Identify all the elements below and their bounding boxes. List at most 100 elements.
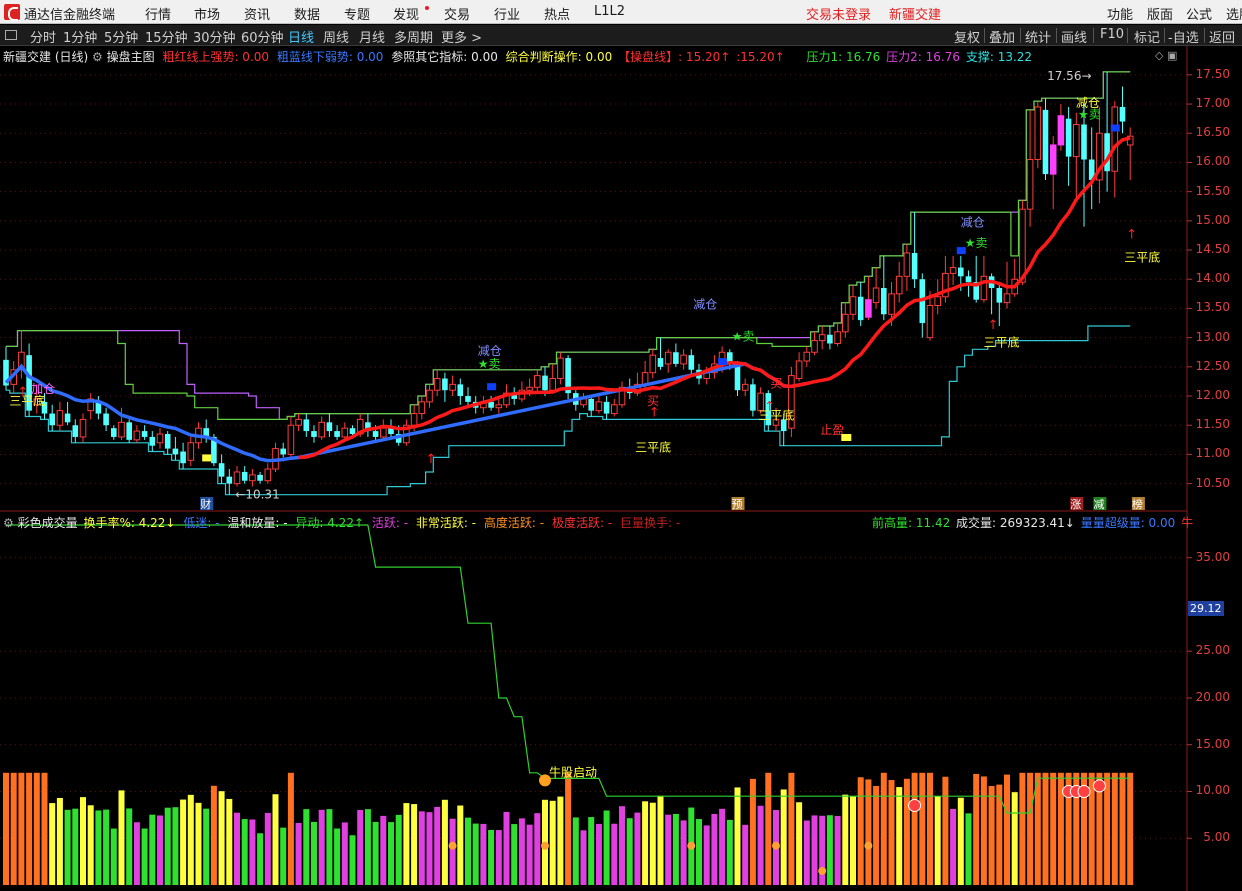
candle-body <box>872 287 880 304</box>
volume-bar <box>287 772 294 885</box>
candle-body <box>965 276 972 283</box>
volume-bar <box>480 823 487 885</box>
candle-body <box>688 355 695 370</box>
legend-item: 支撑: 13.22 <box>965 50 1033 64</box>
candle-body <box>1119 106 1126 122</box>
settings-icon[interactable]: ⚙ <box>92 50 103 64</box>
volume-legend-item: 前高量: 11.42 <box>872 516 951 530</box>
red-badge-icon <box>1077 784 1091 798</box>
volume-legend-item: 量量超级量: 0.00 <box>1080 516 1176 530</box>
volume-bar <box>1042 772 1049 885</box>
candle-body <box>949 267 957 274</box>
volume-bar <box>873 786 880 885</box>
blue-square-marker <box>487 383 497 391</box>
volume-bar <box>672 813 679 885</box>
volume-bar <box>696 819 702 885</box>
volume-bar <box>1011 792 1018 885</box>
volume-bars <box>3 772 1134 885</box>
candle-body <box>280 448 286 455</box>
volume-bar <box>372 821 379 885</box>
volume-bar <box>896 787 903 885</box>
volume-legend-item: 高度活跃: - <box>483 516 545 530</box>
volume-bar <box>734 787 741 885</box>
volume-bar <box>619 806 625 885</box>
volume-legend-item: 活跃: - <box>371 516 409 530</box>
candle-body <box>1003 293 1011 304</box>
volume-bar <box>3 772 9 885</box>
candle-body <box>1065 118 1072 157</box>
candle-body <box>241 471 248 481</box>
volume-bar <box>865 779 872 885</box>
volume-bar <box>665 814 672 885</box>
stock-chart[interactable]: ←10.3117.56→加仓三平底三平底三平底三平底三平底减仓减仓减仓减仓★卖★… <box>0 0 1242 891</box>
volume-tick-label: 35.00 <box>1195 549 1230 564</box>
settings-icon[interactable]: ⚙ <box>3 516 14 530</box>
volume-bar <box>357 810 364 885</box>
indicator-name[interactable]: 操盘主图 <box>107 50 155 64</box>
sell-label: ★卖 <box>478 357 501 371</box>
volume-bar <box>988 786 995 885</box>
candle-body <box>834 331 841 344</box>
candle-body <box>865 299 872 318</box>
volume-bar <box>1019 772 1026 885</box>
candle-body <box>657 358 664 367</box>
volume-bar <box>341 822 348 885</box>
candle-body <box>287 424 295 455</box>
volume-bar <box>642 801 649 885</box>
volume-bar <box>834 815 841 885</box>
volume-bar <box>880 772 887 885</box>
bull-start-label: 牛股启动 <box>549 764 597 779</box>
price-tick-label: 12.50 <box>1195 358 1230 373</box>
stock-title: 新疆交建 (日线) <box>3 50 89 64</box>
pane-control-icons[interactable]: ◇ ▣ <box>1155 49 1177 62</box>
volume-bar <box>526 824 533 885</box>
volume-bar <box>395 814 402 885</box>
candle-body <box>549 378 557 391</box>
volume-bar <box>26 772 33 885</box>
candle-body <box>557 357 564 380</box>
volume-current-label: 29.12 <box>1188 601 1224 616</box>
pointer-hand-icon <box>687 841 696 850</box>
candle-body <box>326 422 333 432</box>
candle-body <box>934 296 942 307</box>
volume-bar <box>495 830 502 885</box>
pointer-hand-icon <box>772 841 780 850</box>
volume-bar <box>195 802 202 885</box>
price-tick-label: 16.50 <box>1195 125 1230 140</box>
volume-bar <box>318 809 325 885</box>
candle-body <box>1057 115 1065 146</box>
blue-square-marker <box>1110 124 1120 132</box>
candle-body <box>1073 123 1080 158</box>
candle-body <box>118 421 125 438</box>
volume-bar <box>349 835 356 885</box>
volume-bar <box>72 808 79 885</box>
volume-bar <box>95 810 102 885</box>
volume-bar <box>272 794 279 885</box>
candle-body <box>334 431 340 437</box>
volume-legend-item: 非常活跃: - <box>415 516 477 530</box>
volume-bar <box>842 794 849 885</box>
volume-bar <box>749 778 756 885</box>
volume-bar <box>765 772 772 885</box>
price-tick-label: 15.00 <box>1195 212 1230 227</box>
volume-bar <box>719 808 726 885</box>
pointer-hand-icon <box>448 841 457 850</box>
volume-bar <box>1050 772 1057 885</box>
candle-body <box>741 383 749 391</box>
candle-body <box>542 375 548 391</box>
volume-bar <box>626 818 633 885</box>
candle-body <box>233 471 241 485</box>
volume-bar <box>911 772 918 885</box>
volume-indicator-name[interactable]: 彩色成交量 <box>18 516 78 530</box>
volume-bar <box>388 822 394 885</box>
price-tick-label: 11.00 <box>1195 446 1230 461</box>
volume-bar <box>56 797 63 885</box>
volume-bar <box>226 798 233 885</box>
volume-legend-item: 牛 <box>1181 516 1194 530</box>
volume-bar <box>380 815 387 885</box>
candle-body <box>349 428 356 435</box>
volume-bar <box>18 772 25 885</box>
candle-body <box>249 474 256 482</box>
candle-body <box>126 422 132 440</box>
candle-body <box>649 354 657 374</box>
